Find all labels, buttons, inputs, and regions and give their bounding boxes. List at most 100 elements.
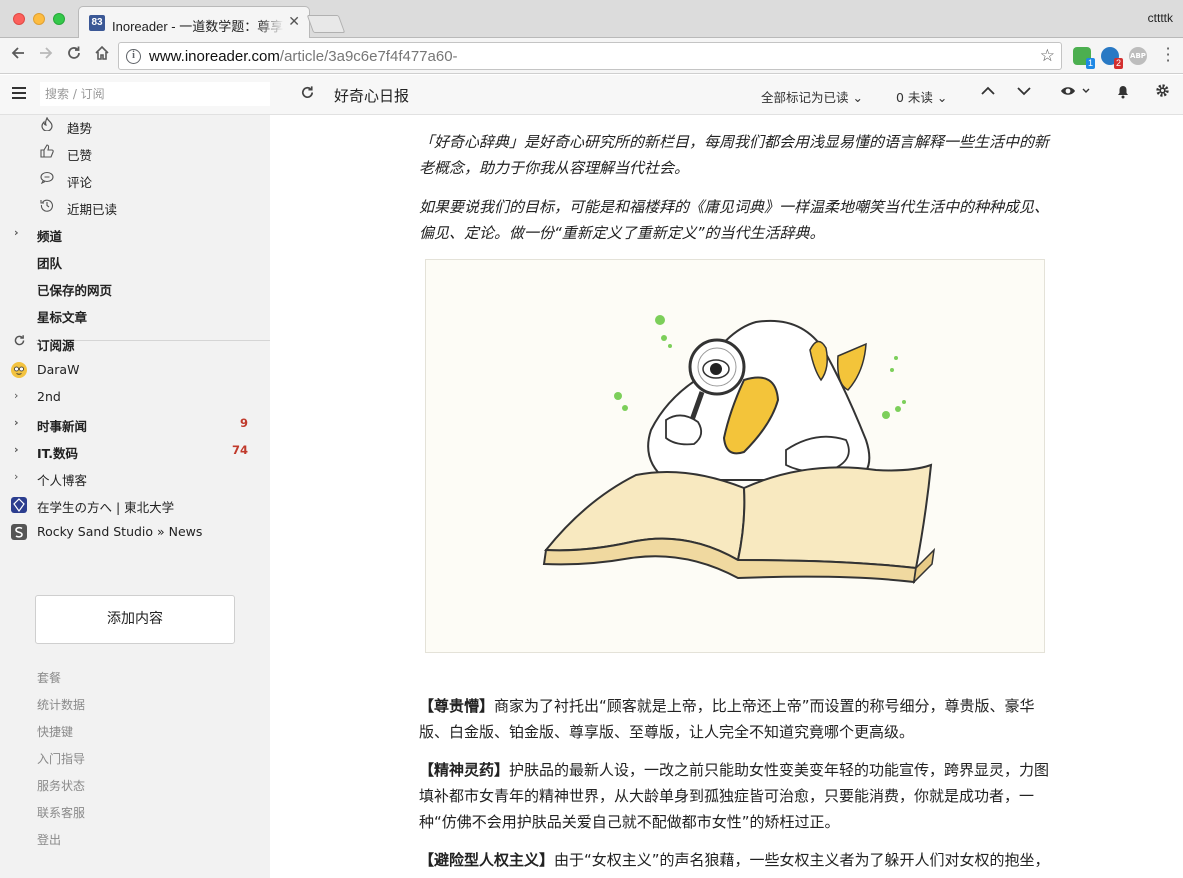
sidebar-section-team[interactable]: 团队: [0, 250, 270, 272]
browser-menu-icon[interactable]: · · ·: [1165, 41, 1171, 69]
site-info-icon[interactable]: i: [126, 49, 141, 64]
feed-label: 2nd: [37, 389, 61, 404]
url-host: www.inoreader.com: [149, 48, 280, 65]
glossary-term: 【尊贵懵】: [419, 697, 495, 715]
feed-item-tohoku-university[interactable]: 在学生の方へ | 東北大学: [0, 494, 270, 516]
previous-article-icon[interactable]: [980, 83, 996, 103]
notification-bell-icon[interactable]: [1116, 83, 1130, 103]
extension-1-icon[interactable]: 1: [1073, 47, 1095, 69]
sidebar-section-label: 频道: [37, 229, 63, 244]
glossary-term: 【精神灵药】: [419, 761, 510, 779]
emoji-face-icon: [11, 362, 27, 378]
refresh-subscriptions-icon[interactable]: [13, 334, 26, 350]
next-article-icon[interactable]: [1016, 83, 1032, 103]
chevron-right-icon[interactable]: ›: [14, 443, 19, 456]
feed-label: 个人博客: [37, 473, 88, 488]
footer-link-statistics[interactable]: 统计数据: [37, 696, 85, 713]
sidebar-section-label: 星标文章: [37, 310, 88, 325]
back-arrow-icon[interactable]: [6, 44, 30, 68]
footer-link-contact-support[interactable]: 联系客服: [37, 804, 85, 821]
glossary-entry: 【避险型人权主义】由于“女权主义”的声名狼藉，一些女权主义者为了躲开人们对女权的…: [419, 847, 1059, 878]
chevron-right-icon[interactable]: ›: [14, 389, 18, 402]
feed-item-daraw[interactable]: DaraW: [0, 359, 270, 381]
sidebar-section-channels[interactable]: › 频道: [0, 223, 270, 245]
comment-icon: [39, 171, 55, 188]
feed-label: IT.数码: [37, 446, 79, 461]
search-input[interactable]: 搜索 / 订阅: [40, 82, 270, 106]
refresh-feed-icon[interactable]: [300, 85, 315, 105]
tab-close-icon[interactable]: ✕: [288, 14, 300, 30]
maximize-window-button[interactable]: [53, 13, 65, 25]
adblock-icon[interactable]: ABP: [1129, 47, 1147, 65]
extension-2-icon[interactable]: 2: [1101, 47, 1123, 69]
mark-all-read-dropdown[interactable]: 全部标记为已读 ⌄: [761, 87, 863, 106]
sidebar-section-starred[interactable]: 星标文章: [0, 304, 270, 326]
flame-icon: [39, 116, 55, 135]
new-tab-button[interactable]: [306, 15, 346, 33]
browser-toolbar: i www.inoreader.com/article/3a9c6e7f4f47…: [0, 38, 1183, 74]
article-intro-paragraph: 如果要说我们的目标，可能是和福楼拜的《庸见词典》一样温柔地嘲笑当代生活中的种种成…: [419, 198, 1050, 242]
hamburger-menu-icon[interactable]: [12, 87, 26, 99]
add-content-button[interactable]: 添加内容: [35, 595, 235, 644]
unread-filter-dropdown[interactable]: 0 未读 ⌄: [896, 87, 947, 106]
sidebar-subscriptions-header[interactable]: 订阅源: [0, 332, 270, 354]
sidebar-item-liked[interactable]: 已赞: [0, 142, 270, 164]
minimize-window-button[interactable]: [33, 13, 45, 25]
home-icon[interactable]: [90, 44, 114, 68]
bookmark-star-icon[interactable]: ☆: [1040, 46, 1055, 66]
chevron-right-icon[interactable]: ›: [14, 416, 19, 429]
sidebar-section-label: 已保存的网页: [37, 283, 113, 298]
feed-folder-personal-blogs[interactable]: › 个人博客: [0, 467, 270, 489]
feed-folder-current-news[interactable]: › 时事新闻 9: [0, 413, 270, 435]
app-header: 搜索 / 订阅 好奇心日报 全部标记为已读 ⌄ 0 未读 ⌄: [0, 75, 1183, 115]
feed-label: 时事新闻: [37, 419, 88, 434]
sidebar-section-saved-pages[interactable]: 已保存的网页: [0, 277, 270, 299]
feed-folder-it-digital[interactable]: › IT.数码 74: [0, 440, 270, 462]
article-pane: 「好奇心辞典」是好奇心研究所的新栏目，每周我们都会用浅显易懂的语言解释一些生活中…: [270, 115, 1183, 878]
tohoku-university-logo-icon: [11, 497, 27, 513]
settings-gear-icon[interactable]: [1155, 83, 1170, 102]
feed-label: 在学生の方へ | 東北大学: [37, 500, 175, 515]
thumbs-up-icon: [39, 144, 55, 162]
feed-label: DaraW: [37, 362, 80, 377]
glossary-entry: 【尊贵懵】商家为了衬托出“顾客就是上帝，比上帝还上帝”而设置的称号细分，尊贵版、…: [419, 693, 1059, 745]
browser-tab-active[interactable]: 83 Inoreader - 一道数学题：尊享尊贵 ✕: [78, 6, 310, 39]
footer-link-logout[interactable]: 登出: [37, 831, 61, 848]
reload-icon[interactable]: [62, 44, 86, 68]
chevron-right-icon[interactable]: ›: [14, 226, 19, 239]
forward-arrow-icon[interactable]: [34, 44, 58, 68]
extension-1-badge: 1: [1085, 58, 1095, 69]
browser-tab-bar: 83 Inoreader - 一道数学题：尊享尊贵 ✕ cttttk: [0, 0, 1183, 39]
profile-name[interactable]: cttttk: [1148, 11, 1173, 25]
rocky-sand-logo-icon: [11, 524, 27, 540]
feed-item-rocky-sand-studio[interactable]: Rocky Sand Studio » News: [0, 521, 270, 543]
footer-link-shortcuts[interactable]: 快捷键: [37, 723, 73, 740]
url-path: /article/3a9c6e7f4f477a60-: [279, 48, 458, 65]
unread-count-badge: 9: [239, 416, 248, 430]
glossary-definition: 护肤品的最新人设，一改之前只能助女性变美变年轻的功能宣传，跨界显灵，力图填补都市…: [419, 761, 1050, 831]
close-window-button[interactable]: [13, 13, 25, 25]
sidebar-item-trending[interactable]: 趋势: [0, 115, 270, 137]
subscriptions-label: 订阅源: [37, 338, 75, 353]
address-bar[interactable]: i www.inoreader.com/article/3a9c6e7f4f47…: [118, 42, 1062, 70]
footer-link-service-status[interactable]: 服务状态: [37, 777, 85, 794]
glossary-term: 【避险型人权主义】: [419, 851, 555, 869]
unread-count-badge: 74: [231, 443, 248, 457]
footer-link-plans[interactable]: 套餐: [37, 669, 61, 686]
history-icon: [39, 198, 55, 216]
article-illustration: [425, 259, 1045, 653]
chevron-right-icon[interactable]: ›: [14, 470, 18, 483]
sidebar-item-label: 近期已读: [67, 202, 118, 217]
footer-link-getting-started[interactable]: 入门指导: [37, 750, 85, 767]
sidebar-item-recently-read[interactable]: 近期已读: [0, 196, 270, 218]
sidebar-section-label: 团队: [37, 256, 63, 271]
feed-folder-2nd[interactable]: › 2nd: [0, 386, 270, 408]
sidebar-item-comments[interactable]: 评论: [0, 169, 270, 191]
inoreader-favicon-icon: 83: [89, 15, 105, 31]
glossary-entry: 【精神灵药】护肤品的最新人设，一改之前只能助女性变美变年轻的功能宣传，跨界显灵，…: [419, 757, 1059, 835]
view-eye-icon[interactable]: [1060, 83, 1090, 103]
tab-title: Inoreader - 一道数学题：尊享尊贵: [112, 19, 284, 34]
extension-2-badge: 2: [1113, 58, 1123, 69]
url-text[interactable]: www.inoreader.com/article/3a9c6e7f4f477a…: [149, 48, 458, 65]
article-intro-paragraph: 「好奇心辞典」是好奇心研究所的新栏目，每周我们都会用浅显易懂的语言解释一些生活中…: [419, 133, 1050, 177]
